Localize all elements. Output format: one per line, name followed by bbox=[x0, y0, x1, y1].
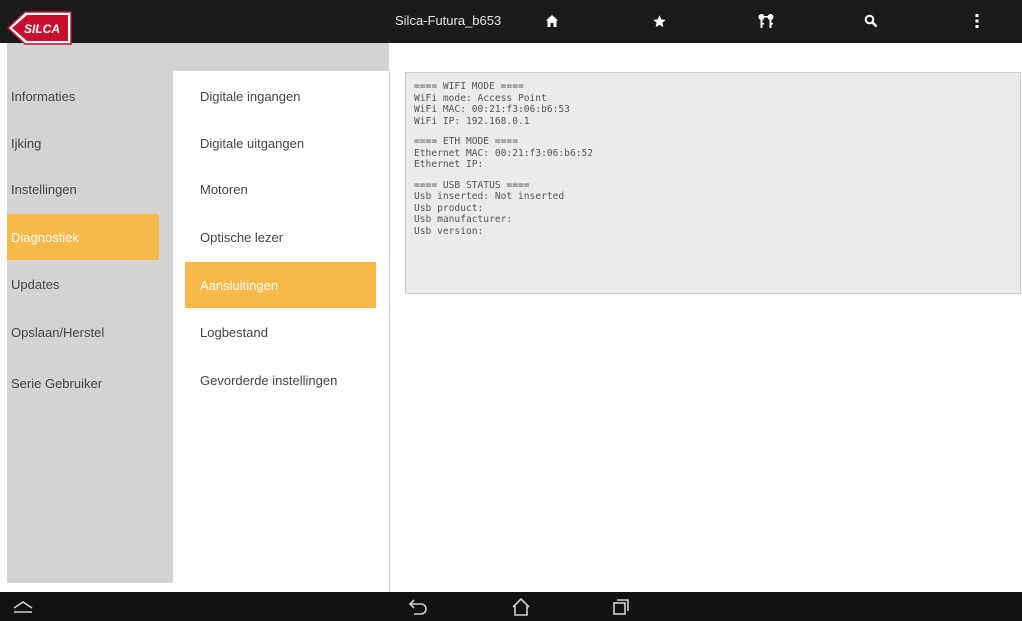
overflow-menu-icon[interactable] bbox=[964, 8, 990, 34]
wifi-status-block: ==== WIFI MODE ==== WiFi mode: Access Po… bbox=[414, 81, 1012, 127]
sidebar-item-diagnostiek[interactable]: Diagnostiek bbox=[7, 214, 159, 260]
content-divider bbox=[389, 71, 390, 592]
submenu-item-label: Optische lezer bbox=[200, 229, 284, 245]
app-title: Silca-Futura_b653 bbox=[395, 13, 502, 28]
submenu-item-motoren[interactable]: Motoren bbox=[185, 166, 376, 212]
submenu-header-strip bbox=[173, 43, 389, 71]
logo-text: SILCA bbox=[24, 22, 60, 36]
sidebar-item-label: Updates bbox=[11, 276, 60, 292]
status-line: ==== USB STATUS ==== bbox=[414, 179, 530, 191]
sidebar-item-instellingen[interactable]: Instellingen bbox=[7, 166, 159, 212]
submenu-item-label: Motoren bbox=[200, 181, 248, 197]
sidebar-item-informaties[interactable]: Informaties bbox=[7, 73, 159, 119]
status-line: ==== ETH MODE ==== bbox=[414, 136, 518, 147]
sidebar-item-ijking[interactable]: Ijking bbox=[7, 120, 159, 166]
status-line: Ethernet MAC: 00:21:f3:06:b6:52 bbox=[414, 147, 594, 159]
connection-status-output: ==== WIFI MODE ==== WiFi mode: Access Po… bbox=[405, 72, 1021, 294]
home-nav-icon[interactable] bbox=[506, 594, 536, 620]
submenu-item-aansluitingen[interactable]: Aansluitingen bbox=[185, 262, 376, 308]
submenu-item-optische-lezer[interactable]: Optische lezer bbox=[185, 214, 376, 260]
sidebar-item-label: Serie Gebruiker bbox=[11, 375, 103, 391]
status-line: WiFi mode: Access Point bbox=[414, 92, 547, 104]
star-icon[interactable] bbox=[646, 8, 672, 34]
back-icon[interactable] bbox=[402, 594, 432, 620]
status-line: ==== WIFI MODE ==== bbox=[414, 81, 524, 92]
submenu-item-label: Gevorderde instellingen bbox=[200, 372, 338, 388]
keys-icon[interactable] bbox=[753, 8, 779, 34]
search-icon[interactable] bbox=[858, 8, 884, 34]
status-line: Usb manufacturer: bbox=[414, 214, 513, 225]
submenu-item-digitale-uitgangen[interactable]: Digitale uitgangen bbox=[185, 120, 376, 166]
silca-logo: SILCA bbox=[4, 4, 88, 52]
status-line: Usb product: bbox=[414, 202, 484, 214]
submenu-item-label: Digitale ingangen bbox=[200, 88, 301, 104]
status-line: WiFi IP: 192.168.0.1 bbox=[414, 115, 530, 127]
submenu-item-digitale-ingangen[interactable]: Digitale ingangen bbox=[185, 73, 376, 119]
sidebar-item-label: Informaties bbox=[11, 88, 76, 104]
sidebar-item-label: Instellingen bbox=[11, 181, 77, 197]
submenu-item-label: Digitale uitgangen bbox=[200, 135, 305, 151]
status-line: WiFi MAC: 00:21:f3:06:b6:53 bbox=[414, 104, 570, 115]
top-app-bar: Silca-Futura_b653 bbox=[0, 0, 1022, 43]
sidebar-item-label: Ijking bbox=[11, 135, 42, 151]
recent-apps-icon[interactable] bbox=[606, 594, 636, 620]
expand-icon[interactable] bbox=[8, 594, 38, 620]
eth-status-block: ==== ETH MODE ==== Ethernet MAC: 00:21:f… bbox=[414, 136, 1012, 171]
submenu-item-logbestand[interactable]: Logbestand bbox=[185, 309, 376, 355]
usb-status-block: ==== USB STATUS ==== Usb inserted: Not i… bbox=[414, 180, 1012, 238]
home-icon[interactable] bbox=[539, 8, 565, 34]
status-line: Usb version: bbox=[414, 225, 484, 237]
status-line: Ethernet IP: bbox=[414, 159, 484, 170]
submenu-item-label: Aansluitingen bbox=[200, 277, 279, 293]
submenu-item-label: Logbestand bbox=[200, 324, 268, 340]
sidebar-item-label: Diagnostiek bbox=[11, 229, 79, 245]
submenu-item-gevorderde-instellingen[interactable]: Gevorderde instellingen bbox=[185, 357, 376, 403]
sidebar-item-opslaan-herstel[interactable]: Opslaan/Herstel bbox=[7, 309, 159, 355]
system-navigation-bar bbox=[0, 592, 1022, 621]
sidebar-item-updates[interactable]: Updates bbox=[7, 261, 159, 307]
sidebar-item-serie-gebruiker[interactable]: Serie Gebruiker bbox=[7, 360, 159, 406]
sidebar-item-label: Opslaan/Herstel bbox=[11, 324, 105, 340]
status-line: Usb inserted: Not inserted bbox=[414, 191, 565, 202]
